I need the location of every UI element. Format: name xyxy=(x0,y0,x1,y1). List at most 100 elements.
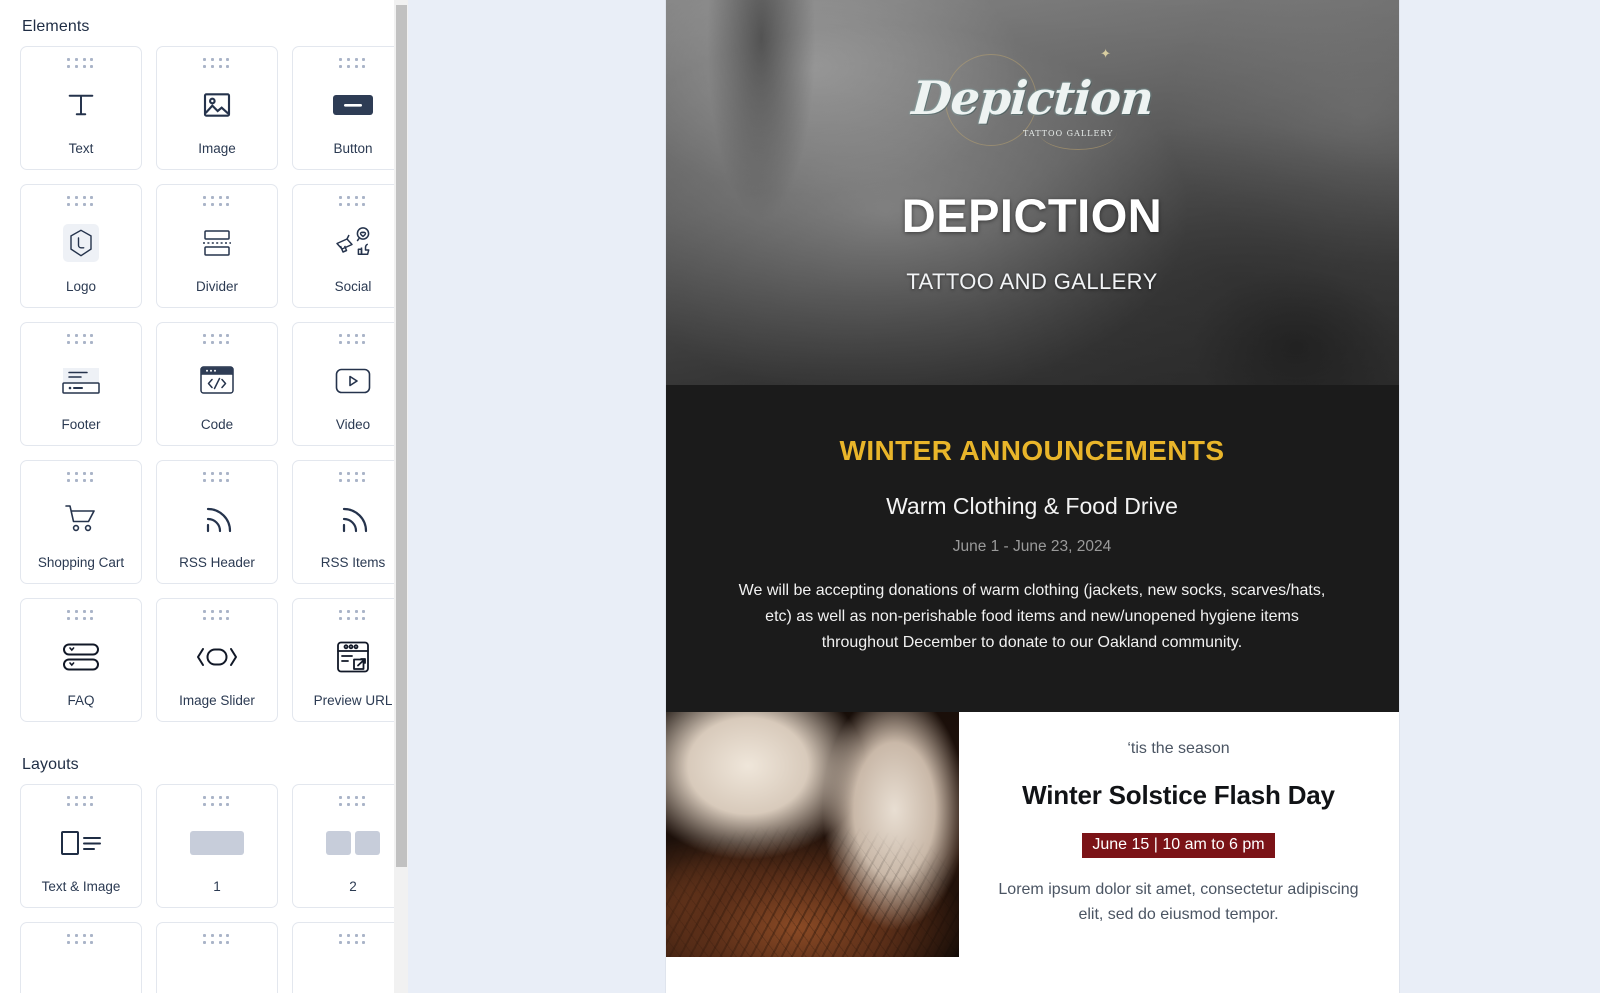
element-card-text[interactable]: Text xyxy=(20,46,142,170)
logo-chip xyxy=(63,223,99,262)
element-card-logo[interactable]: Logo xyxy=(20,184,142,308)
divider-icon xyxy=(157,207,277,279)
layouts-section-title: Layouts xyxy=(22,756,79,773)
drag-handle-icon[interactable] xyxy=(67,610,95,621)
element-card-button[interactable]: Button xyxy=(292,46,408,170)
element-card-label: Divider xyxy=(195,278,238,294)
element-card-divider[interactable]: Divider xyxy=(156,184,278,308)
drag-handle-icon[interactable] xyxy=(203,196,231,207)
layout-icon xyxy=(293,945,408,993)
feature-title: Winter Solstice Flash Day xyxy=(1022,779,1335,810)
drag-handle-icon[interactable] xyxy=(67,196,95,207)
layout-card-partial-1[interactable] xyxy=(20,922,142,993)
feature-text-column[interactable]: ‘tis the season Winter Solstice Flash Da… xyxy=(959,712,1399,958)
drag-handle-icon[interactable] xyxy=(339,610,367,621)
logo-script-text: Depiction xyxy=(909,71,1155,125)
element-card-label: Button xyxy=(333,140,373,156)
email-canvas: ✦ Depiction TATTOO GALLERY DEPICTION TAT… xyxy=(408,0,1600,993)
logo-icon xyxy=(21,207,141,279)
drag-handle-icon[interactable] xyxy=(67,934,95,945)
email-feature-block[interactable]: ‘tis the season Winter Solstice Flash Da… xyxy=(665,711,1399,958)
element-card-label: Footer xyxy=(61,416,101,432)
brand-logo-icon: ✦ Depiction TATTOO GALLERY xyxy=(910,42,1154,154)
code-icon xyxy=(157,345,277,417)
preview-url-icon xyxy=(293,621,408,693)
elements-grid: Text Image Button Logo Divider Social Fo… xyxy=(10,46,408,722)
email-document[interactable]: ✦ Depiction TATTOO GALLERY DEPICTION TAT… xyxy=(665,0,1399,993)
layout-card-label: 2 xyxy=(349,878,357,894)
layout-card-one-column[interactable]: 1 xyxy=(156,784,278,908)
elements-section-title: Elements xyxy=(22,18,90,35)
feature-photo xyxy=(665,711,959,958)
element-card-faq[interactable]: FAQ xyxy=(20,598,142,722)
drag-handle-icon[interactable] xyxy=(67,58,95,69)
layout-card-two-column[interactable]: 2 xyxy=(292,784,408,908)
drag-handle-icon[interactable] xyxy=(203,796,231,807)
logo-subtitle-text: TATTOO GALLERY xyxy=(1022,129,1114,138)
element-card-social[interactable]: Social xyxy=(292,184,408,308)
logo-star-icon: ✦ xyxy=(1100,46,1111,61)
sidebar-scrollbar-track[interactable] xyxy=(394,0,408,993)
element-card-rss-items[interactable]: RSS Items xyxy=(292,460,408,584)
rss-icon xyxy=(293,483,408,555)
drag-handle-icon[interactable] xyxy=(67,796,95,807)
hero-content: ✦ Depiction TATTOO GALLERY DEPICTION TAT… xyxy=(666,0,1399,385)
drag-handle-icon[interactable] xyxy=(203,610,231,621)
element-card-preview-url[interactable]: Preview URL xyxy=(292,598,408,722)
video-icon xyxy=(293,345,408,417)
announcement-subheading: Warm Clothing & Food Drive xyxy=(886,493,1178,519)
element-card-label: Video xyxy=(335,416,371,432)
email-hero-block[interactable]: ✦ Depiction TATTOO GALLERY DEPICTION TAT… xyxy=(665,0,1399,385)
feature-body: Lorem ipsum dolor sit amet, consectetur … xyxy=(998,880,1359,923)
elements-sidebar: Elements Text Image Button Logo Divider … xyxy=(0,0,408,993)
announcement-dates: June 1 - June 23, 2024 xyxy=(952,538,1112,555)
announcement-body: We will be accepting donations of warm c… xyxy=(738,582,1326,651)
feature-image[interactable] xyxy=(665,711,959,958)
rss-icon xyxy=(157,483,277,555)
hero-title: DEPICTION xyxy=(901,189,1163,242)
drag-handle-icon[interactable] xyxy=(67,334,95,345)
element-card-label: Logo xyxy=(65,278,97,294)
element-card-label: Code xyxy=(200,416,234,432)
footer-icon xyxy=(21,345,141,417)
layout-icon xyxy=(157,945,277,993)
drag-handle-icon[interactable] xyxy=(203,58,231,69)
drag-handle-icon[interactable] xyxy=(203,472,231,483)
text-icon xyxy=(21,69,141,141)
element-card-footer[interactable]: Footer xyxy=(20,322,142,446)
drag-handle-icon[interactable] xyxy=(339,58,367,69)
drag-handle-icon[interactable] xyxy=(339,196,367,207)
one-column-layout-icon xyxy=(157,807,277,879)
drag-handle-icon[interactable] xyxy=(339,472,367,483)
element-card-video[interactable]: Video xyxy=(292,322,408,446)
feature-date-badge: June 15 | 10 am to 6 pm xyxy=(1082,832,1275,858)
email-announcement-block[interactable]: WINTER ANNOUNCEMENTS Warm Clothing & Foo… xyxy=(665,385,1399,712)
feature-kicker: ‘tis the season xyxy=(1127,739,1230,757)
text-image-layout-icon xyxy=(21,807,141,879)
drag-handle-icon[interactable] xyxy=(339,934,367,945)
element-card-shopping-cart[interactable]: Shopping Cart xyxy=(20,460,142,584)
drag-handle-icon[interactable] xyxy=(203,334,231,345)
layout-card-text-image[interactable]: Text & Image xyxy=(20,784,142,908)
drag-handle-icon[interactable] xyxy=(339,334,367,345)
layout-card-partial-3[interactable] xyxy=(292,922,408,993)
drag-handle-icon[interactable] xyxy=(203,934,231,945)
hero-subtitle: TATTOO AND GALLERY xyxy=(906,269,1158,294)
element-card-image-slider[interactable]: Image Slider xyxy=(156,598,278,722)
element-card-label: Preview URL xyxy=(313,692,393,708)
drag-handle-icon[interactable] xyxy=(339,796,367,807)
element-card-rss-header[interactable]: RSS Header xyxy=(156,460,278,584)
announcement-heading: WINTER ANNOUNCEMENTS xyxy=(839,435,1225,466)
element-card-label: FAQ xyxy=(67,692,95,708)
drag-handle-icon[interactable] xyxy=(67,472,95,483)
sidebar-scrollbar-thumb[interactable] xyxy=(396,5,407,867)
element-card-image[interactable]: Image xyxy=(156,46,278,170)
layout-card-label: Text & Image xyxy=(41,878,121,894)
element-card-label: Image Slider xyxy=(179,692,255,708)
shopping-cart-icon xyxy=(21,483,141,555)
layout-card-partial-2[interactable] xyxy=(156,922,278,993)
element-card-code[interactable]: Code xyxy=(156,322,278,446)
social-icon xyxy=(293,207,408,279)
element-card-label: RSS Items xyxy=(320,554,386,570)
faq-icon xyxy=(21,621,141,693)
